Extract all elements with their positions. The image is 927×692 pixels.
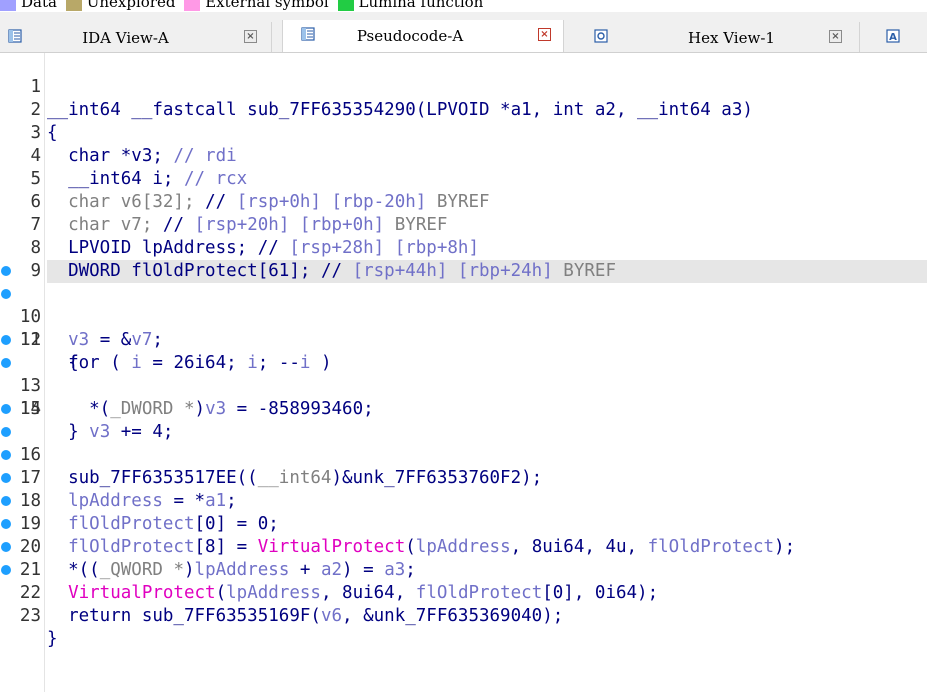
code-line[interactable]: 15 } [0, 375, 927, 442]
close-icon[interactable]: × [829, 30, 842, 43]
pseudocode-editor[interactable]: 1 __int64 __fastcall sub_7FF635354290(LP… [0, 53, 927, 692]
breakpoint-marker[interactable] [1, 289, 11, 299]
svg-text:A: A [889, 32, 897, 43]
legend-bar: Data Unexplored External symbol Lumina f… [0, 0, 927, 12]
line-number: 23 [19, 606, 41, 626]
tab-label-hex-view: Hex View-1 [688, 29, 775, 47]
code-line[interactable]: 2 { [0, 76, 927, 143]
code-line[interactable]: 23 } [0, 559, 927, 649]
code-line[interactable]: 11 for ( i = 26i64; i; --i ) [0, 283, 927, 373]
code-line[interactable]: 14 v3 += 4; [0, 352, 927, 442]
code-line[interactable]: 20 *((_QWORD *)lpAddress + a2) = a3; [0, 490, 927, 580]
legend-swatch-external [184, 0, 201, 11]
breakpoint-marker[interactable] [1, 519, 11, 529]
legend-item-external-symbol: External symbol [184, 0, 329, 11]
breakpoint-marker[interactable] [1, 358, 11, 368]
tab-structures[interactable]: A [876, 22, 927, 52]
breakpoint-marker[interactable] [1, 427, 11, 437]
code-line-highlighted[interactable]: 8 DWORD flOldProtect[61]; // [rsp+44h] [… [0, 214, 927, 283]
close-icon[interactable]: × [244, 30, 257, 43]
code-line[interactable]: 3 char *v3; // rdi [0, 99, 927, 166]
code-line[interactable]: 4 __int64 i; // rcx [0, 122, 927, 189]
code-line[interactable]: 7 LPVOID lpAddress; // [rsp+28h] [rbp+8h… [0, 191, 927, 258]
breakpoint-marker[interactable] [1, 335, 11, 345]
breakpoint-marker[interactable] [1, 404, 11, 414]
tab-label-pseudocode: Pseudocode-A [356, 27, 464, 45]
breakpoint-marker[interactable] [1, 565, 11, 575]
legend-swatch-lumina [337, 0, 354, 11]
code-line[interactable]: 18 flOldProtect[0] = 0; [0, 444, 927, 534]
breakpoint-marker[interactable] [1, 496, 11, 506]
legend-item-lumina-function: Lumina function [337, 0, 483, 11]
tab-ida-view[interactable]: IDA View-A × [0, 22, 272, 52]
code-line[interactable]: 10 v3 = &v7; [0, 260, 927, 350]
code-line[interactable]: 17 lpAddress = *a1; [0, 421, 927, 511]
code-line[interactable]: 9 [0, 237, 927, 281]
tab-bar: IDA View-A × Pseudocode-A × Hex View-1 ×… [0, 12, 927, 53]
breakpoint-marker[interactable] [1, 266, 11, 276]
legend-item-data: Data [0, 0, 57, 11]
close-icon[interactable]: × [538, 28, 551, 41]
code-text[interactable]: VirtualProtect(lpAddress, 8ui64, flOldPr… [47, 582, 660, 605]
code-line[interactable]: 19 flOldProtect[8] = VirtualProtect(lpAd… [0, 467, 927, 557]
legend-swatch-data [0, 0, 16, 11]
code-line[interactable]: 22 return sub_7FF63535169F(v6, &unk_7FF6… [0, 536, 927, 626]
code-line[interactable]: 21 VirtualProtect(lpAddress, 8ui64, flOl… [0, 513, 927, 603]
legend-swatch-unexplored [65, 0, 82, 11]
code-text[interactable]: return sub_7FF63535169F(v6, &unk_7FF6353… [47, 605, 565, 628]
code-line[interactable]: 16 sub_7FF6353517EE((__int64)&unk_7FF635… [0, 398, 927, 488]
code-line[interactable]: 1 __int64 __fastcall sub_7FF635354290(LP… [0, 53, 927, 120]
code-line[interactable]: 12 { [0, 306, 927, 373]
code-line[interactable]: 6 char v7; // [rsp+20h] [rbp+0h] BYREF [0, 168, 927, 235]
tab-pseudocode[interactable]: Pseudocode-A × [282, 20, 564, 52]
legend-item-unexplored: Unexplored [65, 0, 175, 11]
tab-hex-view[interactable]: Hex View-1 × [584, 22, 860, 52]
breakpoint-marker[interactable] [1, 450, 11, 460]
tab-label-ida-view: IDA View-A [82, 29, 169, 47]
code-text[interactable]: } [47, 628, 60, 651]
structures-icon: A [886, 29, 900, 43]
code-line[interactable]: 5 char v6[32]; // [rsp+0h] [rbp-20h] BYR… [0, 145, 927, 212]
code-line[interactable]: 13 *(_DWORD *)v3 = -858993460; [0, 329, 927, 419]
breakpoint-marker[interactable] [1, 542, 11, 552]
breakpoint-marker[interactable] [1, 473, 11, 483]
